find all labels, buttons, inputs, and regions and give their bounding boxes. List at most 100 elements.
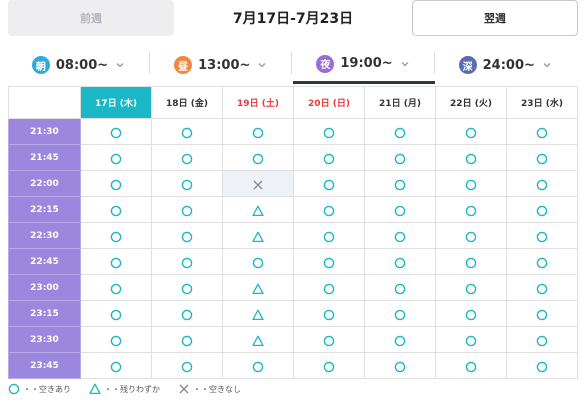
slot-cell[interactable] <box>506 326 578 353</box>
chevron-down-icon <box>543 63 551 68</box>
slot-cell[interactable] <box>364 144 436 171</box>
slot-cell[interactable] <box>80 274 152 301</box>
slot-cell[interactable] <box>364 170 436 197</box>
slot-cell[interactable] <box>151 196 223 223</box>
slot-cell[interactable] <box>80 118 152 145</box>
slot-cell[interactable] <box>80 196 152 223</box>
time-of-day-icon: 深 <box>458 56 477 74</box>
circle-icon <box>181 257 193 268</box>
circle-icon <box>110 179 122 190</box>
slot-cell[interactable] <box>506 118 578 145</box>
slot-cell[interactable] <box>222 326 294 353</box>
slot-cell[interactable] <box>293 300 365 327</box>
circle-icon <box>110 205 122 216</box>
slot-cell[interactable] <box>435 222 507 249</box>
slot-cell[interactable] <box>222 118 294 145</box>
slot-cell[interactable] <box>293 170 365 197</box>
legend: ・・空きあり ・・残りわずか ・・空きなし <box>8 380 241 398</box>
circle-icon <box>323 309 335 320</box>
slot-cell[interactable] <box>293 352 365 379</box>
time-tab-2400[interactable]: 深 24:00~ <box>435 46 577 84</box>
slot-cell[interactable] <box>293 118 365 145</box>
time-tab-0800[interactable]: 朝 08:00~ <box>8 46 150 84</box>
slot-cell[interactable] <box>80 326 152 353</box>
circle-icon <box>110 361 122 372</box>
slot-cell[interactable] <box>364 274 436 301</box>
circle-icon <box>465 179 477 190</box>
slot-cell[interactable] <box>506 170 578 197</box>
slot-cell[interactable] <box>435 118 507 145</box>
slot-cell[interactable] <box>222 144 294 171</box>
slot-cell[interactable] <box>80 248 152 275</box>
slot-cell[interactable] <box>151 248 223 275</box>
slot-cell[interactable] <box>80 222 152 249</box>
slot-cell[interactable] <box>364 118 436 145</box>
table-corner <box>8 86 81 119</box>
slot-cell[interactable] <box>506 144 578 171</box>
slot-cell[interactable] <box>222 222 294 249</box>
slot-cell[interactable] <box>293 274 365 301</box>
circle-icon <box>536 153 548 164</box>
slot-cell[interactable] <box>80 144 152 171</box>
slot-cell[interactable] <box>506 222 578 249</box>
slot-cell[interactable] <box>151 222 223 249</box>
slot-cell[interactable] <box>435 326 507 353</box>
slot-cell[interactable] <box>80 170 152 197</box>
slot-cell[interactable] <box>435 300 507 327</box>
slot-cell[interactable] <box>364 222 436 249</box>
slot-cell[interactable] <box>293 196 365 223</box>
previous-week-button[interactable]: 前週 <box>8 0 174 36</box>
slot-cell[interactable] <box>151 118 223 145</box>
day-header: 19日 (土) <box>222 86 294 119</box>
slot-cell[interactable] <box>151 274 223 301</box>
slot-cell[interactable] <box>222 196 294 223</box>
time-tab-1300[interactable]: 昼 13:00~ <box>150 46 293 84</box>
slot-cell[interactable] <box>151 352 223 379</box>
time-label: 22:45 <box>8 248 81 275</box>
triangle-icon <box>252 283 264 294</box>
circle-icon <box>110 309 122 320</box>
slot-cell[interactable] <box>364 248 436 275</box>
slot-cell[interactable] <box>293 222 365 249</box>
circle-icon <box>181 335 193 346</box>
slot-cell[interactable] <box>80 300 152 327</box>
slot-cell[interactable] <box>222 300 294 327</box>
slot-cell[interactable] <box>222 248 294 275</box>
slot-cell[interactable] <box>506 300 578 327</box>
triangle-icon <box>252 309 264 320</box>
slot-cell[interactable] <box>222 274 294 301</box>
slot-cell[interactable] <box>151 144 223 171</box>
slot-cell[interactable] <box>364 196 436 223</box>
slot-cell[interactable] <box>506 248 578 275</box>
slot-cell[interactable] <box>435 352 507 379</box>
time-tab-1900[interactable]: 夜 19:00~ <box>292 46 435 84</box>
slot-cell[interactable] <box>364 300 436 327</box>
slot-cell[interactable] <box>506 196 578 223</box>
slot-cell[interactable] <box>435 196 507 223</box>
legend-label: ・・空きあり <box>23 384 71 394</box>
slot-cell[interactable] <box>151 300 223 327</box>
slot-cell[interactable] <box>151 170 223 197</box>
circle-icon <box>394 257 406 268</box>
slot-cell[interactable] <box>364 326 436 353</box>
slot-cell[interactable] <box>151 326 223 353</box>
slot-cell-full <box>222 170 294 197</box>
slot-cell[interactable] <box>435 144 507 171</box>
slot-cell[interactable] <box>435 248 507 275</box>
slot-cell[interactable] <box>80 352 152 379</box>
slot-cell[interactable] <box>506 352 578 379</box>
slot-cell[interactable] <box>364 352 436 379</box>
time-tab-label: 13:00~ <box>198 57 251 73</box>
week-navigation: 前週 7月17日-7月23日 翌週 <box>0 0 585 38</box>
slot-cell[interactable] <box>506 274 578 301</box>
slot-cell[interactable] <box>293 144 365 171</box>
slot-cell[interactable] <box>222 352 294 379</box>
slot-cell[interactable] <box>435 170 507 197</box>
slot-cell[interactable] <box>435 274 507 301</box>
time-of-day-icon: 朝 <box>31 56 50 74</box>
slot-cell[interactable] <box>293 248 365 275</box>
slot-cell[interactable] <box>293 326 365 353</box>
triangle-icon <box>89 383 101 395</box>
day-header: 20日 (日) <box>293 86 365 119</box>
next-week-button[interactable]: 翌週 <box>412 0 578 36</box>
